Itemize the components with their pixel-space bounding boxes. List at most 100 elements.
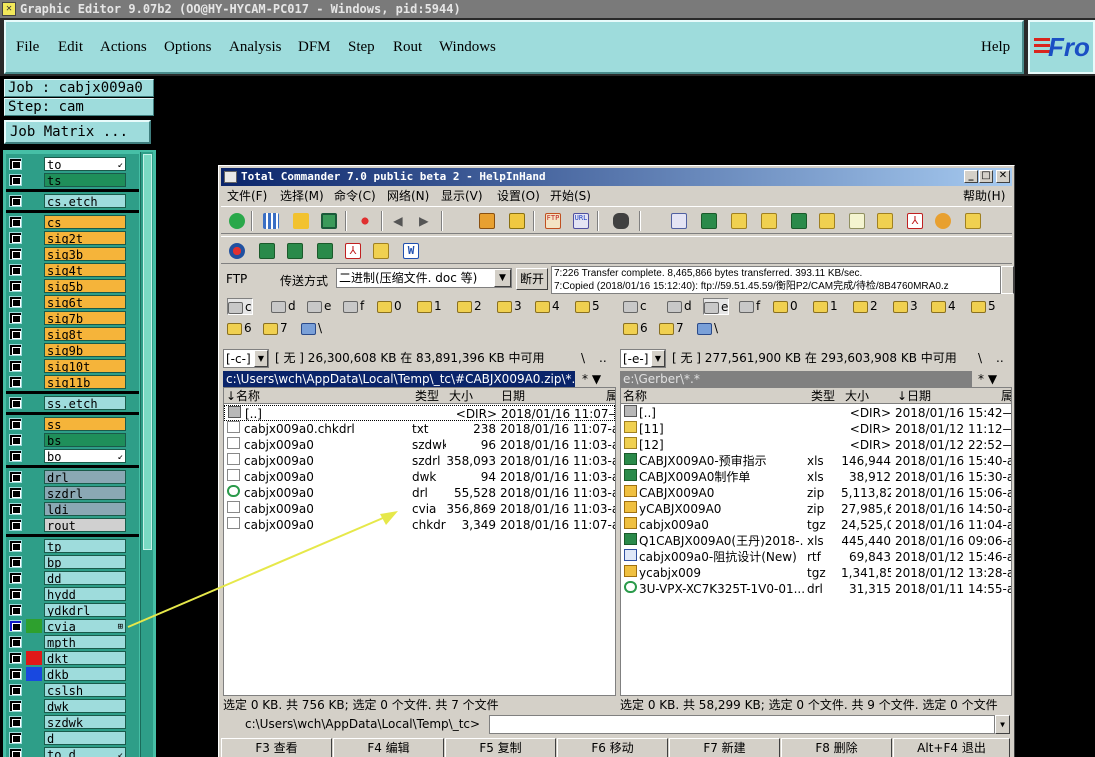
file-row[interactable]: Q1CABJX009A0(王丹)2018-... xls 445,440 2018/0… — [621, 533, 1011, 549]
layer-checkbox[interactable] — [9, 376, 22, 388]
layer-name[interactable]: sig8t — [44, 327, 126, 341]
layer-checkbox[interactable] — [9, 732, 22, 744]
col-date[interactable]: 日期 — [501, 388, 525, 404]
left-drive-button[interactable]: c — [227, 298, 253, 315]
layer-checkbox[interactable] — [9, 748, 22, 757]
layer-color-swatch[interactable] — [26, 470, 42, 484]
layer-checkbox[interactable] — [9, 328, 22, 340]
layer-name[interactable]: ss — [44, 417, 126, 431]
tc-menu-select[interactable]: 选择(M) — [280, 187, 324, 205]
excel-icon[interactable] — [791, 213, 807, 229]
f3-view-button[interactable]: F3 查看 — [221, 738, 332, 757]
layer-name[interactable]: drl — [44, 470, 126, 484]
layer-row[interactable]: bp — [6, 554, 139, 570]
file-row[interactable]: CABJX009A0制作单 xls 38,912 2018/01/16 15:30-a — [621, 469, 1011, 485]
layer-checkbox[interactable] — [9, 620, 22, 632]
layer-row[interactable]: ss.etch — [6, 395, 139, 411]
layer-row[interactable]: ldi — [6, 501, 139, 517]
layer-row[interactable]: szdwk — [6, 714, 139, 730]
layer-row[interactable]: sig5b — [6, 278, 139, 294]
layer-row[interactable]: rout — [6, 517, 139, 533]
tc-menu-view[interactable]: 显示(V) — [441, 187, 483, 205]
menu-step[interactable]: Step — [348, 39, 375, 56]
layer-checkbox[interactable] — [9, 264, 22, 276]
right-drive-button[interactable]: 4 — [931, 298, 956, 315]
file-row[interactable]: yCABJX009A0 zip 27,985,653 2018/01/16 14:50… — [621, 501, 1011, 517]
file-row[interactable]: cabjx009a0 tgz 24,525,002 2018/01/16 11:04-… — [621, 517, 1011, 533]
layer-scroll-thumb[interactable] — [143, 154, 152, 550]
layer-row[interactable]: szdrl — [6, 485, 139, 501]
layer-checkbox[interactable] — [9, 503, 22, 515]
layer-row[interactable]: d — [6, 730, 139, 746]
layer-color-swatch[interactable] — [26, 279, 42, 293]
right-file-panel[interactable]: 名称 类型 大小 ↓日期 属 [..] <DIR> 2018/01/16 15:42… — [620, 387, 1012, 696]
menu-dfm[interactable]: DFM — [298, 39, 331, 56]
file-row[interactable]: cabjx009a0 chkdrl 3,349 2018/01/16 11:07-a — [224, 517, 615, 533]
left-drive-button[interactable]: 4 — [535, 298, 560, 315]
refresh-icon[interactable] — [229, 213, 245, 229]
layer-name[interactable]: dkt — [44, 651, 126, 665]
file-row[interactable]: [..] <DIR> 2018/01/16 11:07— — [224, 405, 615, 421]
layer-name[interactable]: dd — [44, 571, 126, 585]
layer-checkbox[interactable] — [9, 540, 22, 552]
layer-row[interactable]: cs — [6, 214, 139, 230]
layer-name[interactable]: sig4t — [44, 263, 126, 277]
layer-checkbox[interactable] — [9, 636, 22, 648]
pack-icon[interactable] — [479, 213, 495, 229]
brief-view-icon[interactable] — [263, 213, 279, 229]
thumbnail-view-icon[interactable] — [321, 213, 337, 229]
layer-checkbox[interactable] — [9, 716, 22, 728]
col-attr[interactable]: 属 — [1001, 388, 1011, 404]
layer-name[interactable]: ydkdrl — [44, 603, 126, 617]
layer-color-swatch[interactable] — [26, 173, 42, 187]
layer-name[interactable]: bs — [44, 433, 126, 447]
layer-row[interactable]: sig3b — [6, 246, 139, 262]
layer-row[interactable]: cslsh — [6, 682, 139, 698]
right-drive-button[interactable]: 1 — [813, 298, 838, 315]
layer-scrollbar[interactable] — [140, 152, 153, 757]
layer-row[interactable]: hydd — [6, 586, 139, 602]
excel-icon[interactable] — [701, 213, 717, 229]
excel-icon[interactable] — [259, 243, 275, 259]
menu-options[interactable]: Options — [164, 39, 212, 56]
left-drive-button[interactable]: 0 — [377, 298, 402, 315]
layer-name[interactable]: szdwk — [44, 715, 126, 729]
layer-checkbox[interactable] — [9, 158, 22, 170]
layer-row[interactable]: ydkdrl — [6, 602, 139, 618]
layer-row[interactable]: ts — [6, 172, 139, 188]
left-file-panel[interactable]: ↓名称 类型 大小 日期 属 [..]<DIR>2018/01/16 11:07… — [223, 387, 616, 696]
layer-name[interactable]: sig6t — [44, 295, 126, 309]
excel-icon[interactable] — [287, 243, 303, 259]
layer-row[interactable]: ss — [6, 416, 139, 432]
word-icon[interactable]: W — [403, 243, 419, 259]
layer-color-swatch[interactable] — [26, 699, 42, 713]
layer-checkbox[interactable] — [9, 700, 22, 712]
left-path-buttons[interactable]: * ▼ — [579, 371, 613, 387]
layer-name[interactable]: sig5b — [44, 279, 126, 293]
folder-icon[interactable] — [877, 213, 893, 229]
layer-color-swatch[interactable] — [26, 247, 42, 261]
right-drive-button[interactable]: f — [739, 298, 760, 315]
layer-color-swatch[interactable] — [26, 518, 42, 532]
layer-checkbox[interactable] — [9, 471, 22, 483]
invert-selection-icon[interactable] — [357, 213, 373, 229]
layer-checkbox[interactable] — [9, 652, 22, 664]
layer-row[interactable]: sig10t — [6, 358, 139, 374]
right-path-buttons[interactable]: * ▼ — [975, 371, 1011, 387]
layer-name[interactable]: hydd — [44, 587, 126, 601]
left-drive-button[interactable]: 7 — [263, 320, 288, 337]
layer-color-swatch[interactable] — [26, 433, 42, 447]
calculator-icon[interactable] — [671, 213, 687, 229]
layer-checkbox[interactable] — [9, 556, 22, 568]
tc-menu-help[interactable]: 帮助(H) — [963, 187, 1005, 205]
layer-name[interactable]: szdrl — [44, 486, 126, 500]
layer-name[interactable]: to ↙ — [44, 157, 126, 171]
layer-color-swatch[interactable] — [26, 715, 42, 729]
folder-icon[interactable] — [819, 213, 835, 229]
file-row[interactable]: cabjx009a0 cvia 356,869 2018/01/16 11:03-a — [224, 501, 615, 517]
layer-row[interactable]: cvia ⊞ — [6, 618, 139, 634]
layer-name[interactable]: dkb — [44, 667, 126, 681]
layer-color-swatch[interactable] — [26, 417, 42, 431]
f5-copy-button[interactable]: F5 复制 — [445, 738, 556, 757]
layer-row[interactable]: sig4t — [6, 262, 139, 278]
